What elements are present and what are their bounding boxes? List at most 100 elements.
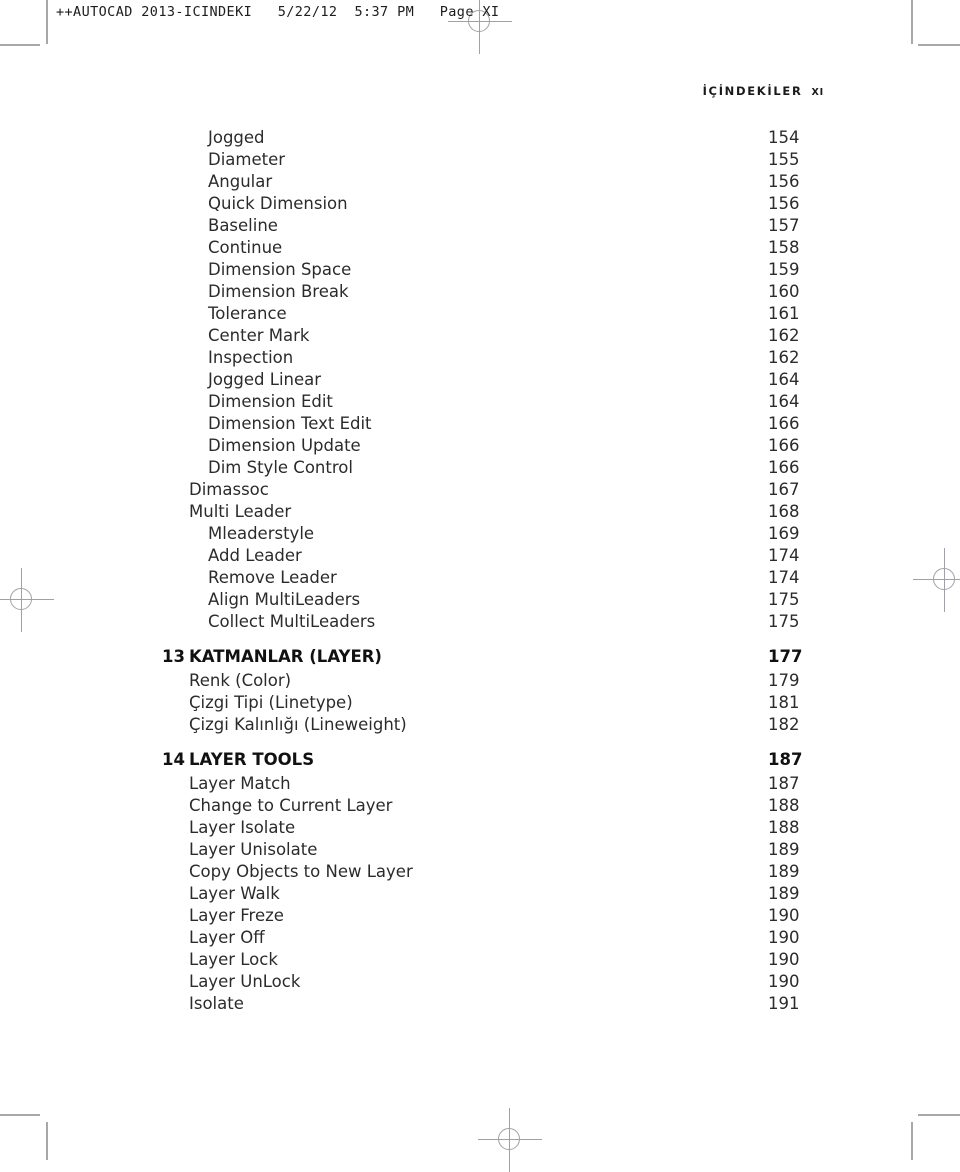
toc-entry-row[interactable]: Multi Leader 168 [0,501,960,523]
toc-entry-label: Dimension Edit [208,392,333,411]
crop-mark-top-right-horizontal [918,44,960,46]
toc-entry-label: Dimension Update [208,436,361,455]
toc-chapter-title: KATMANLAR (LAYER) [189,647,382,666]
crop-mark-bottom-left-horizontal [0,1114,40,1116]
toc-entry-row[interactable]: Baseline 157 [0,215,960,237]
toc-entry-row[interactable]: Layer Unisolate 189 [0,839,960,861]
toc-entry-row[interactable]: Layer Freze 190 [0,905,960,927]
toc-chapter-number: 13 [162,647,185,666]
toc-entry-row[interactable]: Inspection 162 [0,347,960,369]
toc-entry-label: Isolate [189,994,244,1013]
toc-entry-row[interactable]: Layer Match 187 [0,773,960,795]
toc-entry-page-number: 175 [768,612,800,631]
toc-entry-row[interactable]: Dimassoc 167 [0,479,960,501]
toc-entry-label: Inspection [208,348,294,367]
toc-entry-row[interactable]: Copy Objects to New Layer 189 [0,861,960,883]
toc-entry-row[interactable]: Layer Walk 189 [0,883,960,905]
toc-entry-label: Tolerance [208,304,287,323]
toc-entry-row[interactable]: Remove Leader 174 [0,567,960,589]
toc-entry-page-number: 189 [768,884,800,903]
toc-entry-page-number: 162 [768,326,800,345]
toc-entry-row[interactable]: Layer Lock 190 [0,949,960,971]
toc-entry-label: Layer UnLock [189,972,301,991]
toc-entry-page-number: 190 [768,950,800,969]
toc-entry-page-number: 177 [768,647,803,666]
toc-entry-label: Dimension Space [208,260,352,279]
toc-entry-page-number: 156 [768,172,800,191]
toc-entry-page-number: 189 [768,840,800,859]
toc-entry-row[interactable]: Dimension Text Edit 166 [0,413,960,435]
toc-entry-row[interactable]: Jogged 154 [0,127,960,149]
toc-entry-label: Jogged Linear [208,370,322,389]
toc-entry-row[interactable]: Add Leader 174 [0,545,960,567]
toc-entry-row[interactable]: Tolerance 161 [0,303,960,325]
toc-entry-page-number: 162 [768,348,800,367]
toc-entry-row[interactable]: Center Mark 162 [0,325,960,347]
toc-entry-page-number: 164 [768,370,800,389]
toc-entry-row[interactable]: Align MultiLeaders 175 [0,589,960,611]
toc-entry-page-number: 167 [768,480,800,499]
toc-entry-row[interactable]: Angular 156 [0,171,960,193]
toc-entry-row[interactable]: Jogged Linear 164 [0,369,960,391]
toc-entry-label: Add Leader [208,546,302,565]
crop-mark-bottom-left-vertical [46,1122,48,1160]
toc-entry-row[interactable]: Dim Style Control 166 [0,457,960,479]
toc-entry-label: Dim Style Control [208,458,353,477]
crop-mark-top-right-vertical [911,0,913,44]
toc-entry-label: Copy Objects to New Layer [189,862,413,881]
running-head: İÇİNDEKİLER XI [703,84,824,98]
toc-entry-label: Jogged [208,128,265,147]
toc-entry-label: Angular [208,172,273,191]
toc-entry-label: Align MultiLeaders [208,590,361,609]
registration-mark-circle [498,1128,520,1150]
toc-entry-label: Baseline [208,216,278,235]
toc-chapter-number: 14 [162,750,185,769]
toc-chapter-row[interactable]: 13 KATMANLAR (LAYER) 177 [0,644,960,670]
toc-entry-row[interactable]: Isolate 191 [0,993,960,1015]
toc-entry-row[interactable]: Layer Off 190 [0,927,960,949]
toc-entry-label: Çizgi Kalınlığı (Lineweight) [189,715,407,734]
toc-entry-label: Mleaderstyle [208,524,315,543]
toc-entry-row[interactable]: Quick Dimension 156 [0,193,960,215]
toc-entry-row[interactable]: Change to Current Layer 188 [0,795,960,817]
toc-entry-row[interactable]: Çizgi Kalınlığı (Lineweight) 182 [0,714,960,736]
toc-entry-page-number: 166 [768,414,800,433]
toc-entry-row[interactable]: Mleaderstyle 169 [0,523,960,545]
toc-entry-label: Diameter [208,150,286,169]
toc-entry-page-number: 155 [768,150,800,169]
toc-entry-label: Collect MultiLeaders [208,612,376,631]
toc-entry-label: Layer Off [189,928,265,947]
toc-entry-page-number: 190 [768,928,800,947]
toc-entry-row[interactable]: Dimension Update 166 [0,435,960,457]
toc-entry-row[interactable]: Renk (Color) 179 [0,670,960,692]
toc-entry-page-number: 174 [768,546,800,565]
toc-entry-row[interactable]: Collect MultiLeaders 175 [0,611,960,633]
toc-entry-page-number: 158 [768,238,800,257]
toc-entry-row[interactable]: Dimension Space 159 [0,259,960,281]
registration-mark-bottom-center [478,1108,542,1172]
toc-chapter-label: 13 KATMANLAR (LAYER) [162,644,382,670]
toc-entry-label: Layer Lock [189,950,278,969]
toc-entry-page-number: 160 [768,282,800,301]
toc-entry-label: Layer Isolate [189,818,296,837]
toc-entry-page-number: 190 [768,906,800,925]
toc-entry-page-number: 154 [768,128,800,147]
toc-chapter-row[interactable]: 14 LAYER TOOLS 187 [0,747,960,773]
toc-entry-label: Layer Match [189,774,291,793]
crop-mark-bottom-right-vertical [911,1122,913,1160]
toc-entry-row[interactable]: Continue 158 [0,237,960,259]
running-head-folio: XI [811,87,824,98]
toc-entry-row[interactable]: Çizgi Tipi (Linetype) 181 [0,692,960,714]
toc-entry-page-number: 179 [768,671,800,690]
toc-entry-row[interactable]: Dimension Edit 164 [0,391,960,413]
toc-entry-label: Dimassoc [189,480,269,499]
toc-entry-label: Layer Unisolate [189,840,318,859]
toc-entry-row[interactable]: Layer UnLock 190 [0,971,960,993]
toc-entry-label: Dimension Break [208,282,349,301]
toc-entry-row[interactable]: Diameter 155 [0,149,960,171]
toc-entry-page-number: 187 [768,774,800,793]
toc-entry-page-number: 174 [768,568,800,587]
toc-entry-row[interactable]: Layer Isolate 188 [0,817,960,839]
toc-entry-row[interactable]: Dimension Break 160 [0,281,960,303]
toc-entry-page-number: 169 [768,524,800,543]
